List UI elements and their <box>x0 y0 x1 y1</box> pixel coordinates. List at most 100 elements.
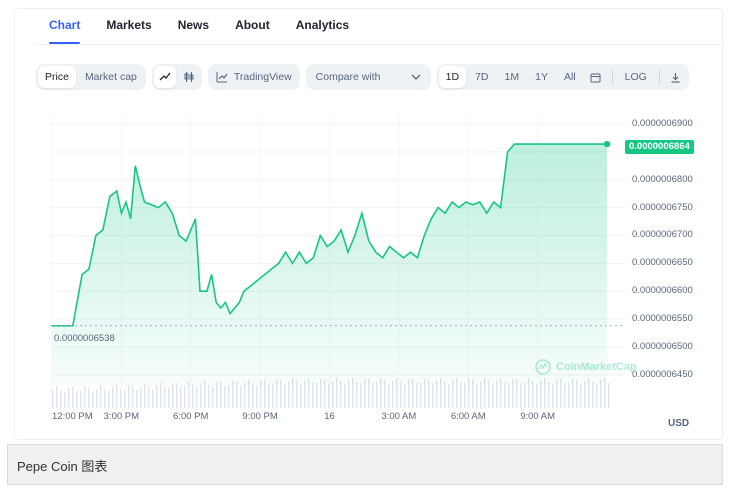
volume-bar <box>172 383 174 408</box>
volume-bar <box>356 382 358 408</box>
volume-bar <box>76 391 78 408</box>
current-price-dot <box>603 140 611 148</box>
coinmarketcap-logo-icon <box>535 359 551 375</box>
volume-bar <box>284 384 286 408</box>
volume-bar <box>164 387 166 408</box>
volume-bar <box>216 382 218 408</box>
x-tick-label: 6:00 PM <box>173 411 209 422</box>
volume-bar <box>316 383 318 408</box>
tab-about[interactable]: About <box>222 14 283 44</box>
marketcap-button[interactable]: Market cap <box>78 66 144 88</box>
volume-bar <box>112 386 114 408</box>
volume-bar <box>568 382 570 408</box>
line-chart-icon[interactable] <box>153 66 176 88</box>
volume-bar <box>120 389 122 408</box>
range-7d[interactable]: 7D <box>468 66 495 88</box>
volume-bar <box>476 383 478 408</box>
volume-bar <box>104 388 106 408</box>
y-tick-label: 0.0000006550 <box>632 313 693 325</box>
volume-bar <box>360 383 362 408</box>
volume-bar <box>420 382 422 408</box>
volume-bar <box>100 385 102 408</box>
tradingview-button[interactable]: TradingView <box>207 64 300 90</box>
volume-bar <box>152 389 154 408</box>
volume-bar <box>80 390 82 408</box>
volume-bar <box>156 385 158 408</box>
volume-bar <box>344 383 346 408</box>
volume-bar <box>416 383 418 408</box>
volume-bar <box>300 383 302 408</box>
tab-analytics[interactable]: Analytics <box>283 14 362 44</box>
download-icon[interactable] <box>665 66 687 88</box>
volume-bar <box>88 387 90 408</box>
volume-bar <box>524 382 526 408</box>
y-tick-label: 0.0000006650 <box>632 257 693 269</box>
x-tick-label: 3:00 AM <box>381 411 417 422</box>
volume-bar <box>116 384 118 408</box>
y-tick-label: 0.0000006700 <box>632 229 693 241</box>
tab-news[interactable]: News <box>165 14 222 44</box>
tab-chart[interactable]: Chart <box>36 14 93 44</box>
tab-markets[interactable]: Markets <box>93 14 164 44</box>
volume-bar <box>124 389 126 408</box>
volume-bar <box>196 387 198 408</box>
x-tick-label: 12:00 PM <box>52 411 93 422</box>
volume-bar <box>192 384 194 408</box>
volume-bar <box>244 383 246 408</box>
volume-bar <box>252 383 254 408</box>
tab-divider <box>36 44 723 45</box>
y-tick-label: 0.0000006800 <box>632 173 693 185</box>
volume-bar <box>432 383 434 408</box>
range-all[interactable]: All <box>557 66 583 88</box>
log-button[interactable]: LOG <box>618 66 654 88</box>
x-tick-label: 6:00 AM <box>450 411 486 422</box>
current-price-tag: 0.0000006864 <box>625 140 694 154</box>
volume-bar <box>596 383 598 408</box>
volume-bar <box>328 383 330 408</box>
volume-bar <box>520 383 522 408</box>
price-button[interactable]: Price <box>38 66 76 88</box>
watermark-text: CoinMarketCap <box>556 361 637 373</box>
range-1m[interactable]: 1M <box>498 66 527 88</box>
tradingview-label: TradingView <box>233 71 292 83</box>
volume-bar <box>72 386 74 408</box>
toolbar-separator <box>658 70 660 84</box>
chart-toolbar: Price Market cap TradingView Compare wit… <box>36 63 689 91</box>
volume-bar <box>68 387 70 408</box>
volume-bar <box>536 383 538 408</box>
volume-bar <box>132 385 134 408</box>
volume-bar <box>388 383 390 408</box>
x-tick-label: 9:00 PM <box>242 411 278 422</box>
volume-bar <box>56 386 58 408</box>
volume-bar <box>372 383 374 408</box>
volume-bar <box>240 385 242 408</box>
volume-bar <box>184 386 186 408</box>
volume-bar <box>92 391 94 408</box>
compare-dropdown[interactable]: Compare with <box>305 64 431 90</box>
range-1d[interactable]: 1D <box>438 66 467 88</box>
volume-bar <box>140 387 142 408</box>
range-1y[interactable]: 1Y <box>528 66 555 88</box>
volume-bar <box>228 385 230 408</box>
volume-bar <box>492 383 494 408</box>
volume-bar <box>508 383 510 408</box>
compare-label: Compare with <box>315 71 381 83</box>
volume-bar <box>160 383 162 408</box>
currency-label: USD <box>668 418 690 429</box>
candlestick-icon[interactable] <box>178 66 200 88</box>
volume-bar <box>60 390 62 408</box>
range-selector: 1D 7D 1M 1Y All LOG <box>436 64 689 90</box>
volume-bar <box>212 386 214 408</box>
volume-bar <box>552 383 554 408</box>
volume-bar <box>580 383 582 408</box>
y-tick-label: 0.0000006900 <box>632 118 693 129</box>
x-tick-label: 9:00 AM <box>520 411 556 422</box>
volume-bar <box>460 382 462 408</box>
volume-bar <box>404 383 406 408</box>
volume-bar <box>180 387 182 408</box>
open-price-label: 0.0000006538 <box>54 333 115 344</box>
volume-bar <box>256 385 258 408</box>
calendar-icon[interactable] <box>585 66 607 88</box>
volume-bar <box>84 386 86 408</box>
volume-bar <box>464 383 466 408</box>
